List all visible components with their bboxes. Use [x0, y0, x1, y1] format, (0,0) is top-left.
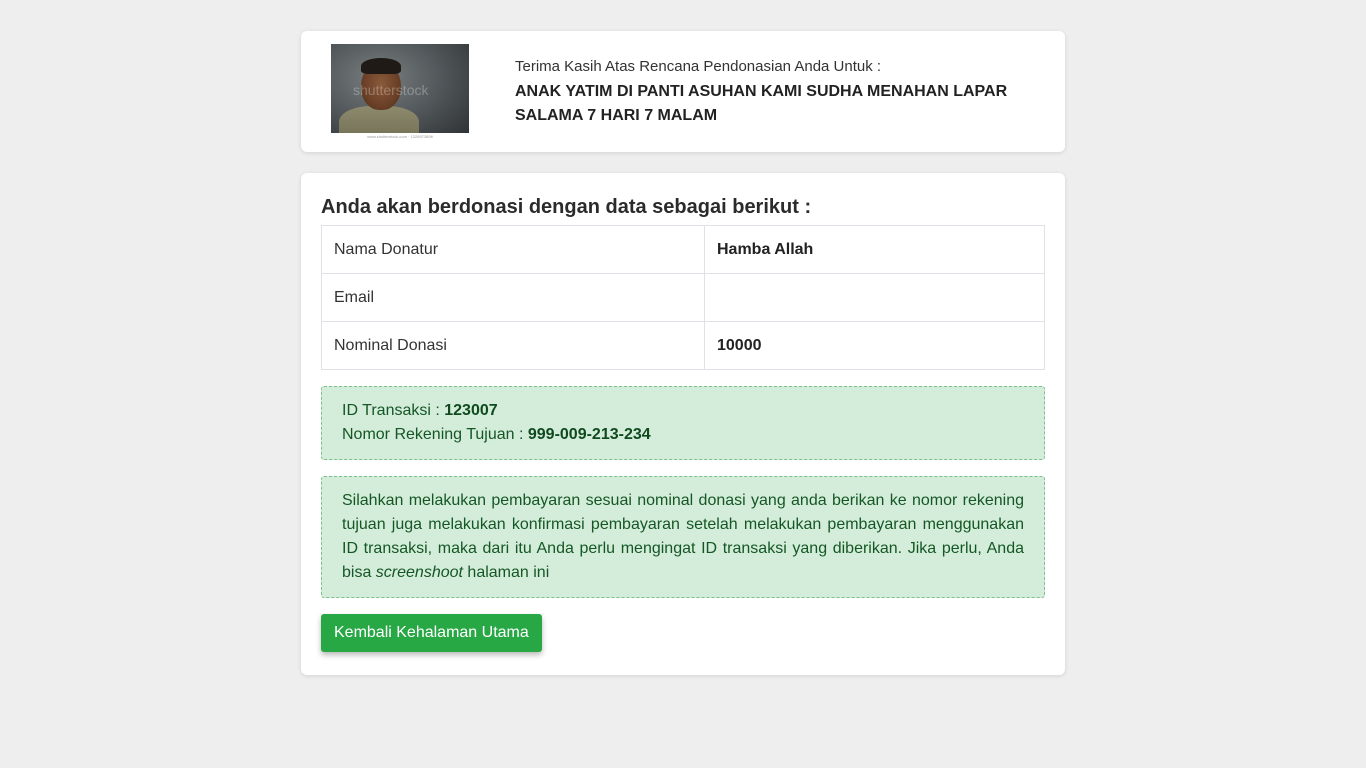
- donation-data-table: Nama Donatur Hamba Allah Email Nominal D…: [321, 225, 1045, 370]
- instruction-emphasis: screenshoot: [375, 564, 463, 581]
- instruction-text-end: halaman ini: [462, 564, 550, 581]
- table-row: Email: [321, 273, 1045, 322]
- image-watermark: shutterstock: [353, 82, 429, 98]
- email-label: Email: [321, 273, 705, 322]
- page-title: Anda akan berdonasi dengan data sebagai …: [321, 196, 812, 218]
- account-number-value: 999-009-213-234: [527, 426, 651, 443]
- thank-you-text: Terima Kasih Atas Rencana Pendonasian An…: [515, 58, 882, 75]
- campaign-text: Terima Kasih Atas Rencana Pendonasian An…: [515, 57, 1035, 128]
- transaction-id-line: ID Transaksi : 123007: [342, 399, 1024, 423]
- campaign-title: ANAK YATIM DI PANTI ASUHAN KAMI SUDHA ME…: [515, 83, 1008, 124]
- payment-instructions-alert: Silahkan melakukan pembayaran sesuai nom…: [321, 476, 1045, 598]
- account-number-line: Nomor Rekening Tujuan : 999-009-213-234: [342, 423, 1024, 447]
- account-number-label: Nomor Rekening Tujuan :: [342, 426, 528, 443]
- transaction-id-label: ID Transaksi :: [342, 402, 445, 419]
- table-row: Nama Donatur Hamba Allah: [321, 225, 1045, 274]
- transaction-id-value: 123007: [444, 402, 498, 419]
- donation-details-card: Anda akan berdonasi dengan data sebagai …: [301, 173, 1065, 675]
- donor-name-value: Hamba Allah: [704, 225, 1045, 274]
- transaction-info-alert: ID Transaksi : 123007 Nomor Rekening Tuj…: [321, 386, 1045, 460]
- back-to-home-button[interactable]: Kembali Kehalaman Utama: [321, 614, 542, 652]
- image-caption: www.shutterstock.com · 1328573896: [331, 133, 469, 140]
- table-row: Nominal Donasi 10000: [321, 321, 1045, 370]
- donor-name-label: Nama Donatur: [321, 225, 705, 274]
- campaign-summary-card: shutterstock www.shutterstock.com · 1328…: [301, 31, 1065, 152]
- donation-amount-value: 10000: [704, 321, 1045, 370]
- email-value: [704, 273, 1045, 322]
- campaign-image: shutterstock www.shutterstock.com · 1328…: [331, 44, 469, 140]
- donation-amount-label: Nominal Donasi: [321, 321, 705, 370]
